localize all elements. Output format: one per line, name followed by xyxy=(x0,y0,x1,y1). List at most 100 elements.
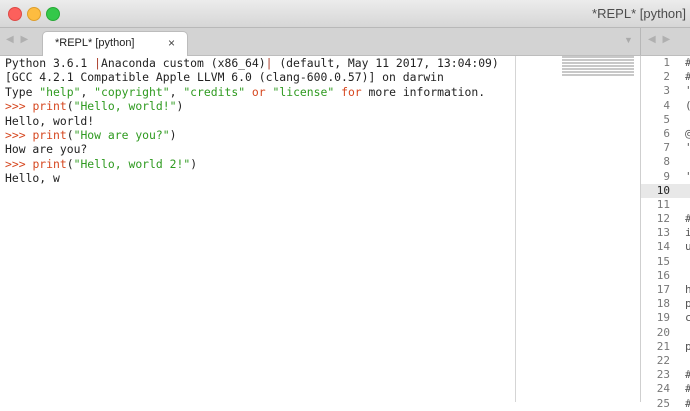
minimap-line xyxy=(562,62,634,64)
tab-label: *REPL* [python] xyxy=(55,37,135,49)
line-number: 24 xyxy=(641,382,673,396)
line-number: 19 xyxy=(641,311,673,325)
console-token: Type xyxy=(5,84,40,99)
console-token: "Hello, world!" xyxy=(73,99,177,114)
zoom-window-button[interactable] xyxy=(46,7,60,21)
line-number: 15 xyxy=(641,255,673,269)
code-line-fragment: c xyxy=(685,311,690,325)
line-number-text: 7 xyxy=(663,141,670,155)
code-text-clipped[interactable]: ##'(@''#iuhpcp### xyxy=(685,56,690,411)
window-title: *REPL* [python] xyxy=(592,6,686,21)
code-line-fragment xyxy=(685,354,690,368)
console-token: or xyxy=(251,84,266,99)
console-token: | xyxy=(94,56,102,70)
console-token: "credits" xyxy=(183,84,246,99)
minimize-window-button[interactable] xyxy=(27,7,41,21)
console-token: print xyxy=(32,127,67,142)
minimap-line xyxy=(562,74,634,76)
close-window-button[interactable] xyxy=(8,7,22,21)
line-number-text: 25 xyxy=(656,396,670,410)
console-token: more information. xyxy=(361,84,486,99)
console-token: Hello, world! xyxy=(5,113,95,128)
console-token: Anaconda custom (x86_64) xyxy=(101,56,266,70)
line-number-text: 17 xyxy=(656,283,670,296)
repl-console-output[interactable]: Python 3.6.1 |Anaconda custom (x86_64)| … xyxy=(5,56,499,186)
console-token: , xyxy=(80,84,95,99)
line-number: 23 xyxy=(641,368,673,382)
code-line-fragment xyxy=(685,198,690,212)
console-token: "help" xyxy=(39,84,81,99)
line-number-text: 12 xyxy=(656,212,670,226)
line-number: 7 xyxy=(641,141,673,155)
console-token: "copyright" xyxy=(94,84,170,99)
console-token: >>> xyxy=(5,156,33,171)
line-number-text: 9 xyxy=(663,169,670,183)
console-token: ) xyxy=(190,156,198,171)
code-editor-pane[interactable]: 1 2 3 4 5 6 7 8 9 10 11 12 13 14 15 16 17 18 19 20 21 22 23 24 2… xyxy=(641,56,690,410)
code-line-fragment: p xyxy=(685,297,690,311)
console-token: "Hello, world 2!" xyxy=(73,156,191,171)
tab-bar: ◀ ▶ *REPL* [python] × ▼ ◀ ▶ xyxy=(0,28,690,56)
line-number-text: 8 xyxy=(663,155,670,169)
line-number: 22 xyxy=(641,354,673,368)
console-token xyxy=(245,85,252,99)
code-line-fragment: ' xyxy=(685,170,690,184)
line-number-text: 3 xyxy=(663,84,670,98)
line-number: 1 xyxy=(641,56,673,70)
line-number: 20 xyxy=(641,326,673,340)
console-token: for xyxy=(341,84,362,99)
line-number-text: 22 xyxy=(656,353,670,367)
minimap[interactable] xyxy=(562,56,634,78)
tab-repl-python[interactable]: *REPL* [python] × xyxy=(42,31,188,56)
code-line-fragment xyxy=(685,326,690,340)
line-number-text: 18 xyxy=(656,297,670,311)
line-number: 4 xyxy=(641,99,673,113)
line-number-text: 13 xyxy=(656,226,670,240)
line-number: 25 xyxy=(641,397,673,411)
code-line-fragment: ' xyxy=(685,141,690,155)
code-line-fragment xyxy=(685,113,690,127)
console-token: ( xyxy=(66,99,74,114)
repl-editor-pane[interactable]: Python 3.6.1 |Anaconda custom (x86_64)| … xyxy=(0,56,515,402)
console-token: ( xyxy=(66,156,74,171)
line-number: 12 xyxy=(641,212,673,226)
console-token: "license" xyxy=(272,84,335,99)
line-number-gutter: 1 2 3 4 5 6 7 8 9 10 11 12 13 14 15 16 17 18 19 20 21 22 23 24 2… xyxy=(641,56,690,411)
console-line: Hello, world! xyxy=(5,114,499,128)
line-number-text: 24 xyxy=(656,382,670,396)
console-token: [GCC 4.2.1 Compatible Apple LLVM 6.0 (cl… xyxy=(5,70,444,85)
code-line-fragment xyxy=(685,255,690,269)
line-number: 11 xyxy=(641,198,673,212)
code-line-fragment: # xyxy=(685,212,690,226)
line-number: 21 xyxy=(641,340,673,354)
minimap-line xyxy=(562,71,634,73)
line-number: 6 xyxy=(641,127,673,141)
console-line: >>> print("How are you?") xyxy=(5,128,499,142)
tab-close-icon[interactable]: × xyxy=(168,36,175,50)
tab-scroll-arrows-right-pane[interactable]: ◀ ▶ xyxy=(648,34,672,45)
line-number: 14 xyxy=(641,240,673,254)
console-token: Python 3.6.1 xyxy=(5,56,95,70)
code-line-fragment: i xyxy=(685,226,690,240)
code-line-fragment: u xyxy=(685,240,690,254)
tab-bar-pane-divider xyxy=(640,28,641,55)
tab-list-dropdown-icon[interactable]: ▼ xyxy=(624,35,633,45)
minimap-line xyxy=(562,65,634,67)
code-line-fragment xyxy=(685,155,690,169)
line-number: 18 xyxy=(641,297,673,311)
line-number: 3 xyxy=(641,84,673,98)
line-number: 16 xyxy=(641,269,673,283)
minimap-line xyxy=(562,56,634,58)
console-token: ( xyxy=(66,127,74,142)
line-number-text: 16 xyxy=(656,268,670,282)
tab-scroll-arrows-left-pane[interactable]: ◀ ▶ xyxy=(6,34,30,45)
line-number-text: 5 xyxy=(663,112,670,126)
line-number-text: 1 xyxy=(663,56,670,69)
code-line-fragment xyxy=(685,184,690,198)
line-number-text: 6 xyxy=(663,126,670,140)
minimap-line xyxy=(562,68,634,70)
code-line-fragment: # xyxy=(685,70,690,84)
line-number: 5 xyxy=(641,113,673,127)
line-number-text: 10 xyxy=(656,183,670,197)
console-token: ) xyxy=(176,99,184,114)
